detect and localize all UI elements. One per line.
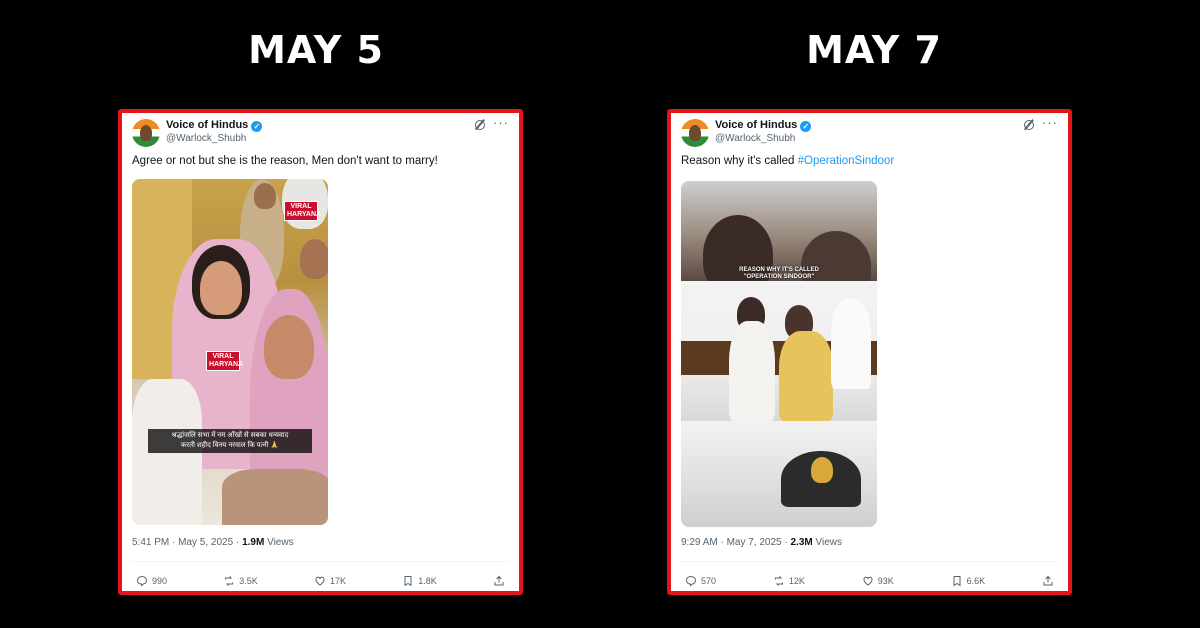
like-count: 93K <box>877 576 894 586</box>
like-button[interactable]: 17K <box>314 573 346 589</box>
video-caption: श्रद्धांजलि सभा में नम आँखों से सबका धन्… <box>148 429 312 453</box>
avatar[interactable] <box>132 119 160 147</box>
tweet-timestamp[interactable]: 9:29 AM · May 7, 2025 · 2.3M Views <box>681 537 842 548</box>
display-name[interactable]: Voice of Hindus <box>715 119 797 131</box>
share-button[interactable] <box>1042 573 1058 589</box>
microphone-logo-badge: VIRAL HARYANA <box>206 351 243 371</box>
hashtag-link[interactable]: #OperationSindoor <box>798 155 895 167</box>
user-handle[interactable]: @Warlock_Shubh <box>166 133 246 144</box>
repost-count: 3.5K <box>239 576 258 586</box>
reply-count: 570 <box>701 576 717 586</box>
repost-count: 12K <box>788 576 805 586</box>
date-heading-may-5: MAY 5 <box>248 28 384 72</box>
display-name[interactable]: Voice of Hindus <box>166 119 248 131</box>
user-handle[interactable]: @Warlock_Shubh <box>715 133 795 144</box>
reply-icon <box>136 575 148 587</box>
tweet-header: Voice of Hindus ✓ @Warlock_Shubh ··· <box>681 115 1058 149</box>
share-icon <box>494 575 504 586</box>
more-options-icon[interactable]: ··· <box>1042 115 1058 130</box>
share-button[interactable] <box>493 573 509 589</box>
like-button[interactable]: 93K <box>862 573 894 589</box>
repost-icon <box>225 576 234 586</box>
heart-icon <box>863 576 873 586</box>
tweet-timestamp[interactable]: 5:41 PM · May 5, 2025 · 1.9M Views <box>132 537 294 548</box>
tweet-text: Reason why it's called #OperationSindoor <box>681 155 895 167</box>
reply-count: 990 <box>152 576 168 586</box>
heart-icon <box>315 576 325 586</box>
tweet-video[interactable]: VIRAL HARYANA VIRAL HARYANA श्रद्धांजलि … <box>132 179 328 525</box>
like-count: 17K <box>329 576 346 586</box>
tweet-header: Voice of Hindus ✓ @Warlock_Shubh ··· <box>132 115 509 149</box>
tweet-action-bar: 570 12K 93K 6.6K <box>685 573 1058 589</box>
bookmark-count: 6.6K <box>966 576 986 586</box>
display-name-row[interactable]: Voice of Hindus ✓ <box>715 119 812 132</box>
bookmark-button[interactable]: 6.6K <box>951 573 986 589</box>
tweet-action-bar: 990 3.5K 17K 1.8K <box>136 573 509 589</box>
bookmark-icon <box>953 576 961 587</box>
display-name-row[interactable]: Voice of Hindus ✓ <box>166 119 263 132</box>
video-frame: REASON WHY IT'S CALLED "OPERATION SINDOO… <box>681 181 877 527</box>
share-icon <box>1043 575 1053 586</box>
repost-button[interactable]: 3.5K <box>223 573 258 589</box>
more-options-icon[interactable]: ··· <box>493 115 509 130</box>
reply-button[interactable]: 570 <box>685 573 716 589</box>
video-frame: VIRAL HARYANA VIRAL HARYANA श्रद्धांजलि … <box>132 179 328 525</box>
avatar[interactable] <box>681 119 709 147</box>
repost-button[interactable]: 12K <box>773 573 805 589</box>
channel-logo-badge: VIRAL HARYANA <box>284 201 321 221</box>
bookmark-icon <box>404 576 412 587</box>
tweet-video[interactable]: REASON WHY IT'S CALLED "OPERATION SINDOO… <box>681 181 877 527</box>
reply-button[interactable]: 990 <box>136 573 167 589</box>
tweet-text: Agree or not but she is the reason, Men … <box>132 155 438 167</box>
video-overlay-text: REASON WHY IT'S CALLED "OPERATION SINDOO… <box>739 267 819 280</box>
grok-icon[interactable] <box>475 120 485 130</box>
date-heading-may-7: MAY 7 <box>806 28 942 72</box>
bookmark-button[interactable]: 1.8K <box>402 573 437 589</box>
verified-badge-icon: ✓ <box>800 121 812 132</box>
divider <box>132 561 509 562</box>
repost-icon <box>774 576 783 586</box>
bookmark-count: 1.8K <box>418 576 437 586</box>
reply-icon <box>685 575 697 587</box>
tweet-card-may-5: Voice of Hindus ✓ @Warlock_Shubh ··· Agre… <box>118 109 523 595</box>
verified-badge-icon: ✓ <box>251 121 263 132</box>
divider <box>681 561 1058 562</box>
tweet-card-may-7: Voice of Hindus ✓ @Warlock_Shubh ··· Reas… <box>667 109 1072 595</box>
grok-icon[interactable] <box>1024 120 1034 130</box>
